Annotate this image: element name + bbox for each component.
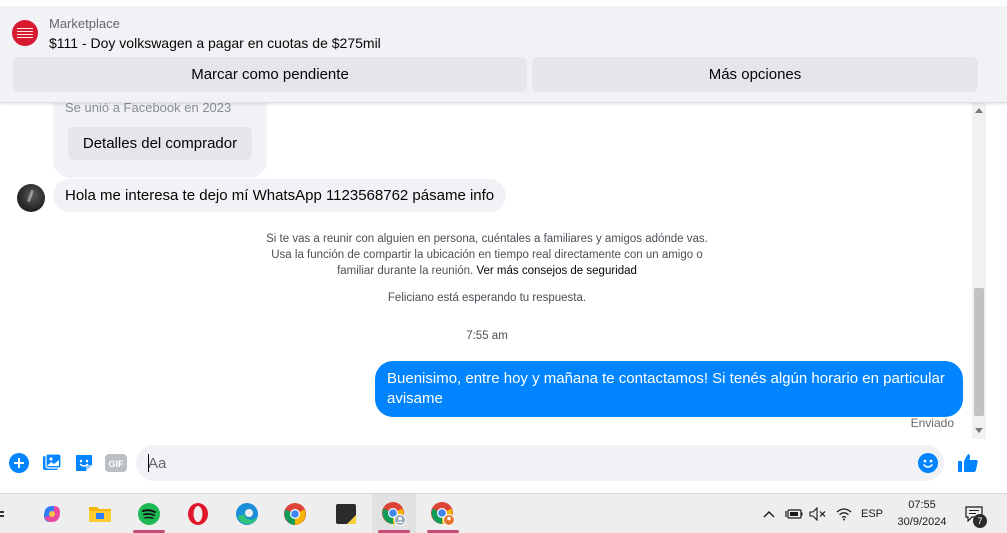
safety-notice: Si te vas a reunir con alguien en person… <box>262 231 712 279</box>
message-composer: GIF <box>0 439 1007 493</box>
chrome-icon[interactable] <box>273 494 317 533</box>
more-options-button[interactable]: Más opciones <box>532 57 978 92</box>
photo-icon[interactable] <box>41 452 63 474</box>
scroll-up-arrow-icon[interactable] <box>975 108 983 113</box>
battery-icon[interactable] <box>784 494 804 533</box>
like-icon[interactable] <box>956 452 980 474</box>
buyer-joined-text: Se unió a Facebook en 2023 <box>65 103 232 115</box>
wifi-icon[interactable] <box>834 494 854 533</box>
windows-taskbar: ESP 07:55 30/9/2024 7 <box>0 493 1007 533</box>
messenger-window: Marketplace $111 - Doy volkswagen a paga… <box>0 0 1007 533</box>
clock-time: 07:55 <box>908 499 936 511</box>
outgoing-message-bubble[interactable]: Buenisimo, entre hoy y mañana te contact… <box>375 361 963 417</box>
plus-icon[interactable] <box>8 452 30 474</box>
spotify-icon[interactable] <box>127 494 171 533</box>
incoming-message-bubble[interactable]: Hola me interesa te dejo mí WhatsApp 112… <box>53 179 507 212</box>
clock-date: 30/9/2024 <box>897 516 947 528</box>
sticker-icon[interactable] <box>73 452 95 474</box>
message-input[interactable] <box>136 445 944 481</box>
listing-thumbnail-image <box>17 28 33 38</box>
text-caret <box>148 454 149 472</box>
chrome-profile-2-icon[interactable] <box>421 494 465 533</box>
opera-icon[interactable] <box>176 494 220 533</box>
volume-muted-icon[interactable] <box>808 494 828 533</box>
widgets-icon[interactable] <box>0 494 14 533</box>
message-timestamp: 7:55 am <box>466 330 508 342</box>
buyer-avatar[interactable] <box>17 184 45 212</box>
buyer-info-card: Se unió a Facebook en 2023 Detalles del … <box>53 103 267 178</box>
svg-text:GIF: GIF <box>109 459 125 469</box>
marketplace-label: Marketplace <box>49 16 120 31</box>
copilot-icon[interactable] <box>30 494 74 533</box>
scroll-down-arrow-icon[interactable] <box>975 428 983 433</box>
chrome-profile-1-icon[interactable] <box>372 494 416 533</box>
scroll-thumb[interactable] <box>974 288 984 416</box>
waiting-notice: Feliciano está esperando tu respuesta. <box>387 292 587 304</box>
listing-thumbnail[interactable] <box>12 20 38 46</box>
thread-scrollbar[interactable] <box>972 103 986 439</box>
notification-badge: 7 <box>973 514 987 528</box>
safety-tips-link[interactable]: Ver más consejos de seguridad <box>476 265 636 277</box>
message-status: Enviado <box>910 416 954 430</box>
chevron-up-icon[interactable] <box>760 494 778 533</box>
gif-icon[interactable]: GIF <box>105 452 127 474</box>
mark-pending-button[interactable]: Marcar como pendiente <box>13 57 527 92</box>
header-top-strip <box>0 0 1007 6</box>
message-thread[interactable]: Se unió a Facebook en 2023 Detalles del … <box>0 103 1007 439</box>
conversation-header: Marketplace $111 - Doy volkswagen a paga… <box>0 0 1007 103</box>
sticky-notes-icon[interactable] <box>324 494 368 533</box>
listing-title[interactable]: $111 - Doy volkswagen a pagar en cuotas … <box>49 35 381 51</box>
buyer-details-button[interactable]: Detalles del comprador <box>68 127 252 160</box>
system-clock[interactable]: 07:55 30/9/2024 <box>882 497 962 531</box>
emoji-icon[interactable] <box>917 452 939 474</box>
file-explorer-icon[interactable] <box>78 494 122 533</box>
edge-icon[interactable] <box>225 494 269 533</box>
